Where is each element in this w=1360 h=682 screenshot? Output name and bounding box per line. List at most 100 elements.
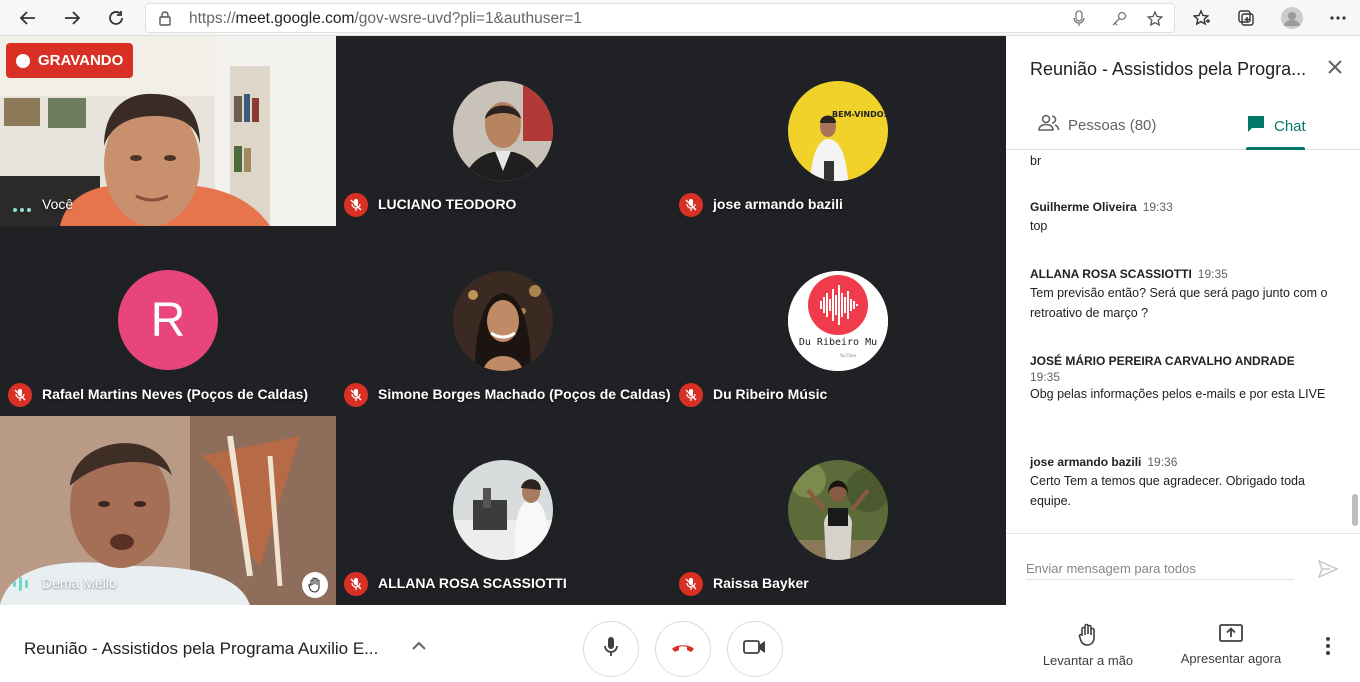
- video-camera-icon: [743, 639, 767, 660]
- chat-message-time-line: 19:35: [1030, 370, 1060, 384]
- participant-name: ALLANA ROSA SCASSIOTTI: [378, 575, 567, 591]
- collections-icon[interactable]: [1232, 4, 1260, 32]
- muted-mic-icon: [344, 193, 368, 217]
- meeting-title[interactable]: Reunião - Assistidos pela Programa Auxil…: [24, 639, 378, 659]
- participant-tile[interactable]: Simone Borges Machado (Poços de Caldas): [336, 226, 672, 416]
- participant-initial-avatar: R: [118, 270, 218, 370]
- lock-icon[interactable]: [158, 10, 172, 31]
- recording-badge: GRAVANDO: [6, 43, 133, 78]
- participant-name: Raissa Bayker: [713, 575, 809, 591]
- banner-text: BEM-VINDOS: [832, 110, 888, 119]
- chat-messages[interactable]: br Guilherme Oliveira 19:33 top ALLANA RO…: [1006, 151, 1360, 531]
- people-icon: [1038, 114, 1060, 136]
- camera-toggle-button[interactable]: [727, 621, 783, 677]
- present-label: Apresentar agora: [1180, 651, 1282, 666]
- participant-name: Dema Mello: [42, 575, 117, 591]
- chat-message-text: Tem previsão então? Será que será pago j…: [1030, 286, 1328, 320]
- favorites-icon[interactable]: [1188, 4, 1216, 32]
- video-grid: GRAVANDO Você LUCIANO TEODORO BEM-VINDOS…: [0, 36, 1006, 605]
- chat-time: 19:35: [1030, 370, 1061, 384]
- back-arrow-icon[interactable]: [14, 4, 42, 32]
- url-scheme: https://: [189, 10, 236, 27]
- chat-scrollbar[interactable]: [1352, 494, 1358, 526]
- participant-name: Você: [42, 196, 74, 212]
- microphone-icon: [603, 636, 619, 663]
- participant-name: Simone Borges Machado (Poços de Caldas): [378, 386, 671, 402]
- leave-call-button[interactable]: [655, 621, 711, 677]
- reload-icon[interactable]: [102, 4, 130, 32]
- participant-tile[interactable]: Raissa Bayker: [671, 416, 1007, 605]
- muted-mic-icon: [344, 572, 368, 596]
- chat-author: ALLANA ROSA SCASSIOTTI: [1030, 267, 1192, 281]
- url-path: /gov-wsre-uvd?pli=1&authuser=1: [354, 10, 582, 27]
- participant-avatar: BEM-VINDOS: [788, 81, 888, 181]
- chat-icon: [1246, 114, 1266, 138]
- participant-avatar: [788, 460, 888, 560]
- url-text[interactable]: https://meet.google.com/gov-wsre-uvd?pli…: [189, 10, 582, 28]
- chat-compose: [1006, 533, 1360, 605]
- star-add-icon[interactable]: [1146, 10, 1164, 33]
- send-icon[interactable]: [1317, 559, 1339, 583]
- chat-message-text: Obg pelas informações pelos e-mails e po…: [1030, 387, 1326, 401]
- chat-time: 19:35: [1197, 267, 1228, 281]
- participant-name: jose armando bazili: [713, 196, 843, 212]
- participant-tile-self[interactable]: GRAVANDO Você: [0, 36, 336, 226]
- muted-mic-icon: [679, 193, 703, 217]
- address-bar[interactable]: https://meet.google.com/gov-wsre-uvd?pli…: [145, 3, 1175, 33]
- profile-avatar[interactable]: [1278, 4, 1306, 32]
- tab-chat-label: Chat: [1274, 117, 1306, 135]
- chat-message-input[interactable]: [1026, 558, 1294, 580]
- chat-time: 19:33: [1142, 200, 1173, 214]
- participant-tile[interactable]: ALLANA ROSA SCASSIOTTI: [336, 416, 672, 605]
- chat-message-header: jose armando bazili 19:36: [1030, 455, 1177, 469]
- participant-logo-avatar: Du Ribeiro Mu YouTube: [788, 271, 888, 371]
- participant-name: Du Ribeiro Músic: [713, 386, 828, 402]
- raise-hand-button[interactable]: Levantar a mão: [1028, 623, 1148, 668]
- tab-people-label: Pessoas (80): [1068, 116, 1157, 134]
- panel-tabs: Pessoas (80) Chat: [1006, 108, 1360, 150]
- participant-avatar: [453, 460, 553, 560]
- more-options-icon[interactable]: [1326, 637, 1330, 660]
- forward-arrow-icon[interactable]: [58, 4, 86, 32]
- more-horizontal-icon[interactable]: [1324, 4, 1352, 32]
- participant-tile[interactable]: LUCIANO TEODORO: [336, 36, 672, 226]
- muted-mic-icon: [8, 383, 32, 407]
- panel-title: Reunião - Assistidos pela Progra...: [1030, 59, 1307, 79]
- close-icon[interactable]: [1324, 56, 1346, 83]
- chat-message-text: top: [1030, 219, 1048, 233]
- participant-tile[interactable]: Dema Mello: [0, 416, 336, 605]
- chat-message-text: br: [1030, 154, 1042, 168]
- present-screen-icon: [1171, 623, 1291, 645]
- participant-name: LUCIANO TEODORO: [378, 196, 517, 212]
- tab-chat[interactable]: Chat: [1246, 114, 1306, 138]
- avatar-initial: R: [150, 293, 186, 347]
- chat-time: 19:36: [1147, 455, 1178, 469]
- active-tab-indicator: [1246, 147, 1305, 150]
- chevron-up-icon[interactable]: [410, 639, 428, 657]
- muted-mic-icon: [679, 383, 703, 407]
- bottom-controls-bar: Reunião - Assistidos pela Programa Auxil…: [0, 605, 1360, 682]
- participant-tile[interactable]: Du Ribeiro Mu YouTube Du Ribeiro Músic: [671, 226, 1007, 416]
- present-now-button[interactable]: Apresentar agora: [1171, 623, 1291, 666]
- chat-author: JOSÉ MÁRIO PEREIRA CARVALHO ANDRADE: [1030, 354, 1295, 368]
- key-icon[interactable]: [1110, 10, 1128, 33]
- tab-people[interactable]: Pessoas (80): [1038, 114, 1156, 136]
- participant-tile[interactable]: R Rafael Martins Neves (Poços de Caldas): [0, 226, 336, 416]
- raise-hand-label: Levantar a mão: [1042, 653, 1134, 668]
- recording-label: GRAVANDO: [38, 52, 124, 69]
- url-domain: meet.google.com: [235, 10, 355, 27]
- side-panel: Reunião - Assistidos pela Progra... Pess…: [1006, 36, 1360, 605]
- logo-text: Du Ribeiro Mu: [799, 337, 877, 348]
- microphone-toggle-button[interactable]: [583, 621, 639, 677]
- chat-author: jose armando bazili: [1030, 455, 1142, 469]
- participant-tile[interactable]: BEM-VINDOS jose armando bazili: [671, 36, 1007, 226]
- chat-message-header: JOSÉ MÁRIO PEREIRA CARVALHO ANDRADE: [1030, 354, 1295, 368]
- chat-message-text: Certo Tem a temos que agradecer. Obrigad…: [1030, 474, 1305, 508]
- participant-avatar: [453, 271, 553, 371]
- raised-hand-icon: [302, 572, 328, 598]
- hand-icon: [1028, 623, 1148, 647]
- participant-name: Rafael Martins Neves (Poços de Caldas): [42, 386, 309, 402]
- microphone-icon[interactable]: [1072, 10, 1086, 33]
- audio-level-dots-icon: [12, 200, 32, 218]
- browser-toolbar: https://meet.google.com/gov-wsre-uvd?pli…: [0, 0, 1360, 36]
